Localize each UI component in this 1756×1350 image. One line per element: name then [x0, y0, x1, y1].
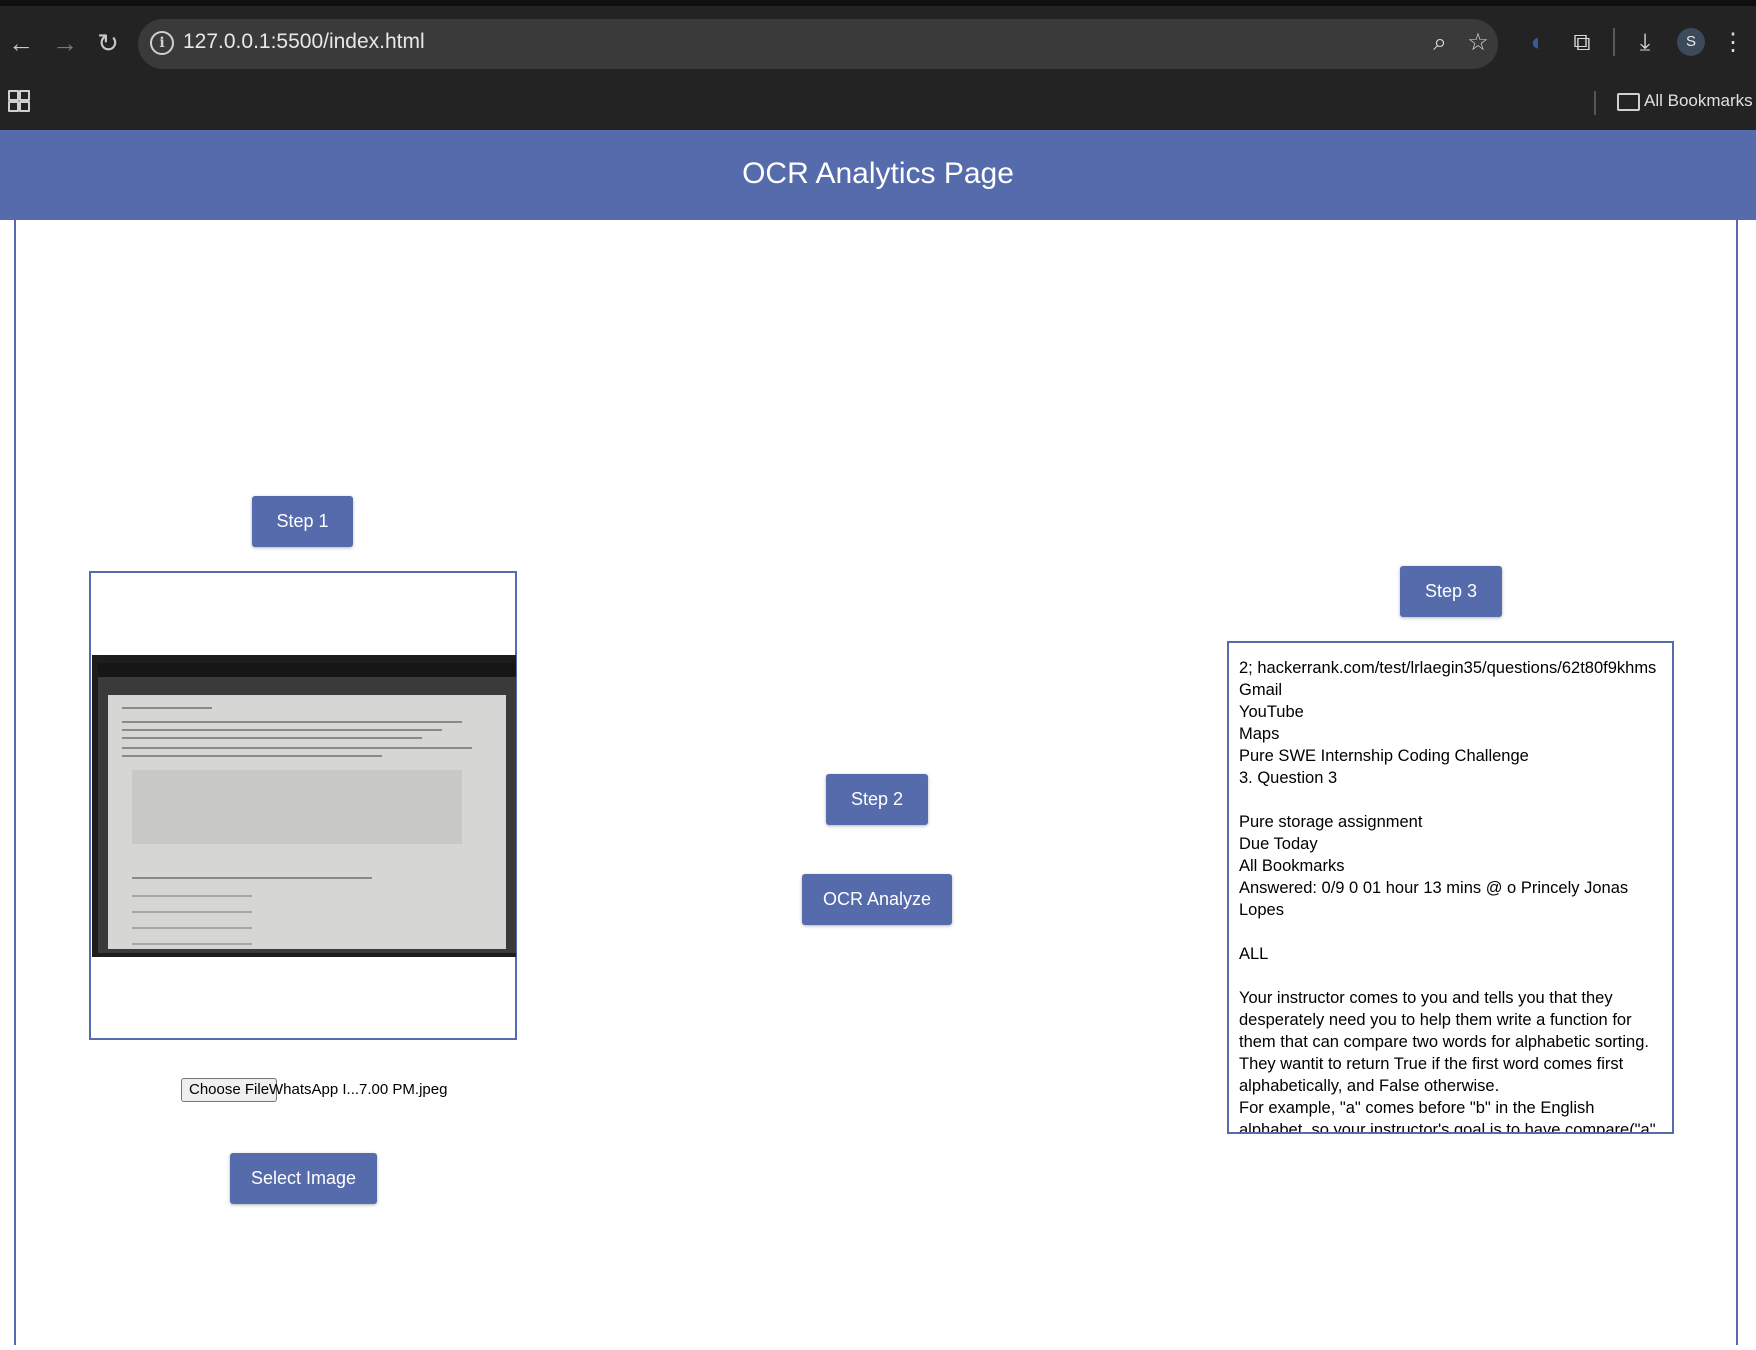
- extension-icon[interactable]: ◐: [1521, 26, 1555, 60]
- selected-file-name: WhatsApp I...7.00 PM.jpeg: [269, 1081, 448, 1098]
- forward-icon[interactable]: →: [48, 26, 82, 60]
- site-info-icon[interactable]: i: [150, 31, 174, 55]
- uploaded-image-preview: [92, 655, 516, 957]
- reload-icon[interactable]: ↻: [91, 26, 125, 60]
- extensions-puzzle-icon[interactable]: ⧉: [1565, 26, 1599, 60]
- folder-icon[interactable]: [1617, 93, 1640, 111]
- download-icon[interactable]: ⤓: [1628, 26, 1662, 60]
- choose-file-button[interactable]: Choose File: [181, 1078, 278, 1102]
- menu-kebab-icon[interactable]: ⋮: [1716, 26, 1750, 60]
- ocr-analyze-button[interactable]: OCR Analyze: [802, 874, 952, 925]
- page-title: OCR Analytics Page: [742, 157, 1014, 190]
- address-url[interactable]: 127.0.0.1:5500/index.html: [183, 30, 425, 54]
- step3-button[interactable]: Step 3: [1400, 566, 1502, 617]
- apps-grid-icon[interactable]: [8, 90, 30, 112]
- page-bottom-edge: [0, 1345, 1756, 1350]
- ocr-result-text: 2; hackerrank.com/test/lrlaegin35/questi…: [1239, 659, 1661, 1134]
- back-icon[interactable]: ←: [4, 26, 38, 60]
- select-image-button[interactable]: Select Image: [230, 1153, 377, 1204]
- profile-avatar[interactable]: S: [1677, 28, 1705, 56]
- zoom-icon[interactable]: ⌕: [1425, 28, 1455, 58]
- all-bookmarks-link[interactable]: All Bookmarks: [1644, 91, 1753, 111]
- image-preview-box: [89, 571, 517, 1040]
- ocr-result-box[interactable]: 2; hackerrank.com/test/lrlaegin35/questi…: [1227, 641, 1674, 1134]
- step2-button[interactable]: Step 2: [826, 774, 928, 825]
- toolbar-divider: [1613, 28, 1615, 56]
- bookmarks-divider: [1594, 91, 1596, 115]
- step1-button[interactable]: Step 1: [252, 496, 353, 547]
- tab-strip-edge: [0, 0, 1756, 6]
- bookmark-star-icon[interactable]: ☆: [1463, 28, 1493, 58]
